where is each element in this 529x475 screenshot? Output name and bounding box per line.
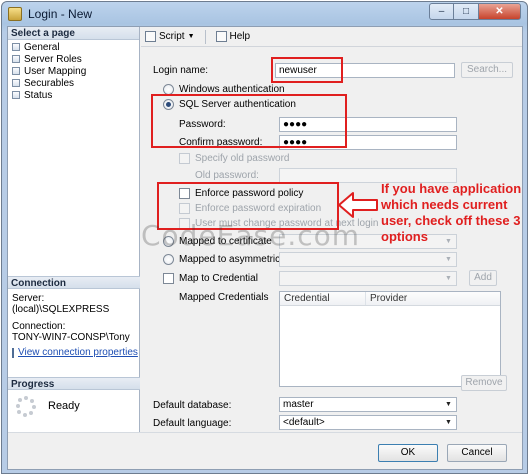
spinner-icon <box>16 396 36 417</box>
sidebar-item-server-roles[interactable]: Server Roles <box>8 53 139 65</box>
ok-button[interactable]: OK <box>378 444 438 462</box>
mapped-asym-key-radio[interactable] <box>163 254 174 265</box>
toolbar: Script ▼ Help <box>141 27 522 47</box>
login-name-label: Login name: <box>153 65 209 76</box>
default-database-label: Default database: <box>153 400 232 411</box>
login-new-window: Login - New – □ ✕ Select a page General … <box>1 1 528 474</box>
page-icon <box>12 55 20 63</box>
close-button[interactable]: ✕ <box>479 3 521 20</box>
help-icon <box>215 31 227 42</box>
specify-old-password-checkbox[interactable] <box>179 153 190 164</box>
sidebar-item-securables[interactable]: Securables <box>8 77 139 89</box>
default-language-select[interactable]: <default> ▼ <box>279 415 457 430</box>
credential-select[interactable]: ▼ <box>279 271 457 286</box>
server-label: Server: <box>12 293 45 304</box>
page-icon <box>12 91 20 99</box>
connection-section: Connection Server: (local)\SQLEXPRESS Co… <box>8 276 140 362</box>
cancel-button[interactable]: Cancel <box>447 444 507 462</box>
chevron-down-icon: ▼ <box>445 401 452 408</box>
minimize-button[interactable]: – <box>429 3 454 20</box>
page-icon <box>12 43 20 51</box>
sidebar-item-general[interactable]: General <box>8 41 139 53</box>
progress-header: Progress <box>8 377 140 390</box>
map-credential-checkbox[interactable] <box>163 273 174 284</box>
watermark: CodeEase.com <box>141 219 361 252</box>
maximize-button[interactable]: □ <box>454 3 479 20</box>
old-password-label: Old password: <box>195 170 259 181</box>
annotation-text: If you have application which needs curr… <box>381 181 522 244</box>
dialog-footer: OK Cancel <box>8 432 522 469</box>
general-page: Script ▼ Help Login name: newuser Search… <box>141 27 522 432</box>
server-value: (local)\SQLEXPRESS <box>12 304 110 315</box>
chevron-down-icon: ▼ <box>445 256 452 263</box>
chevron-down-icon: ▼ <box>445 419 452 426</box>
specify-old-password-label: Specify old password <box>195 153 290 164</box>
credential-column-header[interactable]: Credential <box>280 292 366 305</box>
script-icon <box>145 31 156 42</box>
mapped-credentials-label: Mapped Credentials <box>179 292 269 303</box>
annotation-arrow-icon <box>338 192 378 218</box>
connection-value: TONY-WIN7-CONSP\Tony <box>12 332 130 343</box>
chevron-down-icon: ▼ <box>445 275 452 282</box>
provider-column-header[interactable]: Provider <box>366 292 500 305</box>
help-button[interactable]: Help <box>215 31 250 42</box>
view-connection-properties-link[interactable]: View connection properties <box>18 347 138 358</box>
page-icon <box>12 67 20 75</box>
properties-icon <box>12 347 14 358</box>
chevron-down-icon: ▼ <box>187 33 195 40</box>
window-title: Login - New <box>28 7 93 21</box>
remove-button[interactable]: Remove <box>461 375 507 391</box>
select-page-header: Select a page <box>8 27 139 40</box>
progress-section: Progress Ready <box>8 377 140 422</box>
dialog-client: Select a page General Server Roles User … <box>7 26 523 470</box>
script-button[interactable]: Script ▼ <box>145 31 195 42</box>
default-language-label: Default language: <box>153 418 232 429</box>
connection-header: Connection <box>8 276 140 289</box>
add-button[interactable]: Add <box>469 270 497 286</box>
grid-header: Credential Provider <box>280 292 500 306</box>
annotation-box-login-name <box>271 57 343 83</box>
search-button[interactable]: Search... <box>461 62 513 78</box>
window-controls: – □ ✕ <box>429 3 521 20</box>
map-credential-label: Map to Credential <box>179 273 258 284</box>
toolbar-separator <box>204 29 206 44</box>
annotation-box-sql-auth <box>151 94 347 148</box>
default-database-select[interactable]: master ▼ <box>279 397 457 412</box>
page-icon <box>12 79 20 87</box>
title-bar: Login - New – □ ✕ <box>2 2 527 26</box>
login-icon <box>8 7 22 21</box>
progress-status: Ready <box>48 400 80 412</box>
sidebar-item-status[interactable]: Status <box>8 89 139 101</box>
credentials-grid[interactable]: Credential Provider <box>279 291 501 387</box>
connection-label: Connection: <box>12 321 66 332</box>
left-pane: Select a page General Server Roles User … <box>8 27 140 469</box>
sidebar-item-user-mapping[interactable]: User Mapping <box>8 65 139 77</box>
asym-key-select[interactable]: ▼ <box>279 252 457 267</box>
